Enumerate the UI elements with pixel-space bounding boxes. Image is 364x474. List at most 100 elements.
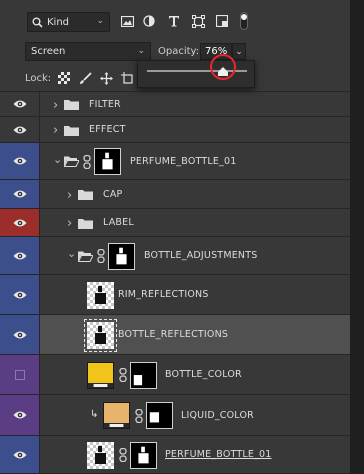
layers-panel-body: Kind ⌄ Screen ⌄ Opacity: 76% ⌄ Lock: › F… [0,0,350,474]
layer-name[interactable]: BOTTLE_ADJUSTMENTS [144,250,257,261]
layer-visibility-toggle[interactable] [0,275,40,314]
layer-visibility-toggle[interactable] [0,209,40,236]
layer-visibility-toggle[interactable] [0,355,40,394]
shape-filter-icon[interactable] [190,13,206,29]
layer-name[interactable]: FILTER [89,99,121,110]
chain-link-icon[interactable] [119,447,127,463]
layers-scrollbar[interactable] [350,0,364,474]
smart-object-filter-icon[interactable] [214,13,230,29]
layer-thumbnail[interactable] [87,281,114,309]
layer-filter-bar: Kind ⌄ [0,0,350,40]
layer-row[interactable]: RIM_REFLECTIONS [0,275,350,315]
layer-name[interactable]: CAP [103,189,122,200]
folder-open-icon [63,156,80,167]
layer-thumbnail[interactable] [87,441,114,469]
folder-icon [64,125,79,136]
blend-mode-value: Screen [31,46,66,57]
clipping-mask-arrow-icon: ↳ [90,408,99,420]
fill-layer-thumbnail[interactable] [103,402,130,429]
layer-row[interactable]: ⌄ BOTTLE_ADJUSTMENTS [0,237,350,275]
layer-name[interactable]: BOTTLE_COLOR [165,369,242,380]
layer-row[interactable]: ↳ LIQUID_COLOR [0,395,350,436]
layer-name[interactable]: LIQUID_COLOR [181,410,254,421]
blend-mode-dropdown[interactable]: Screen ⌄ [25,42,151,61]
layer-row[interactable]: ⌄ PERFUME_BOTTLE_01 [0,143,350,180]
chain-link-icon[interactable] [119,367,127,383]
image-filter-icon[interactable] [119,13,135,29]
opacity-thumb-highlight-ring [210,54,236,80]
layer-mask-thumbnail[interactable] [146,402,173,429]
chevron-right-icon[interactable]: › [67,216,72,231]
layer-mask-thumbnail[interactable] [130,441,157,469]
folder-icon [78,218,93,229]
chevron-down-icon[interactable]: ⌄ [67,247,76,260]
lock-position-move-icon[interactable] [99,71,113,85]
eye-icon [13,411,26,419]
selected-thumbnail-frame [84,318,117,352]
lock-transparent-pixels-icon[interactable] [57,71,71,85]
layer-visibility-toggle[interactable] [0,180,40,208]
eye-icon [13,100,26,108]
lock-label: Lock: [25,73,52,84]
adjustment-filter-icon[interactable] [141,13,157,29]
layer-mask-thumbnail[interactable] [130,361,157,389]
eye-icon [13,157,26,165]
eye-icon [13,331,26,338]
eye-icon [13,219,26,226]
layer-row[interactable]: › EFFECT [0,117,350,143]
chevron-right-icon[interactable]: › [67,188,72,203]
layer-row[interactable]: › LABEL [0,209,350,237]
opacity-dropdown-button[interactable]: ⌄ [232,43,246,60]
folder-icon [64,99,79,110]
layer-row[interactable]: › FILTER [0,92,350,117]
visibility-off-box-icon [14,369,25,380]
layers-list: › FILTER › EFFECT ⌄ PERFUME_BOTTLE_01 › CAP › LAB… [0,92,350,474]
layer-name[interactable]: PERFUME_BOTTLE_01 [130,156,237,167]
layer-name[interactable]: EFFECT [89,124,126,135]
eye-icon [13,252,26,259]
eye-icon [13,451,26,458]
chevron-right-icon[interactable]: › [53,98,58,113]
eye-icon [13,291,26,298]
layer-mask-thumbnail[interactable] [94,148,121,175]
eye-icon [13,126,26,133]
chevron-right-icon[interactable]: › [53,123,58,138]
layer-visibility-toggle[interactable] [0,143,40,179]
filter-kind-label: Kind [47,16,70,28]
layer-name[interactable]: BOTTLE_REFLECTIONS [118,329,228,340]
chain-link-icon[interactable] [135,408,143,423]
layer-visibility-toggle[interactable] [0,315,40,354]
layer-row[interactable]: BOTTLE_REFLECTIONS [0,315,350,355]
layer-name[interactable]: PERFUME_BOTTLE_01 [165,449,272,460]
filter-kind-dropdown[interactable]: Kind ⌄ [27,12,110,32]
folder-open-icon [77,251,94,262]
layers-panel: Kind ⌄ Screen ⌄ Opacity: 76% ⌄ Lock: › F… [0,0,364,474]
fill-layer-thumbnail[interactable] [87,361,114,389]
folder-icon [78,189,93,200]
layer-visibility-toggle[interactable] [0,117,40,142]
layer-visibility-toggle[interactable] [0,436,40,473]
layer-row[interactable]: BOTTLE_COLOR [0,355,350,395]
type-filter-icon[interactable] [166,13,182,29]
layer-visibility-toggle[interactable] [0,395,40,435]
search-icon [32,17,43,28]
lock-image-pixels-brush-icon[interactable] [78,71,92,85]
layer-name[interactable]: RIM_REFLECTIONS [118,289,209,300]
layer-name[interactable]: LABEL [103,217,134,228]
chain-link-icon[interactable] [97,248,105,264]
layer-visibility-toggle[interactable] [0,237,40,274]
eye-icon [13,190,26,198]
layer-mask-thumbnail[interactable] [108,242,135,270]
opacity-label: Opacity: [158,46,200,57]
chevron-down-icon: ⌄ [96,16,104,26]
chain-link-icon[interactable] [83,154,91,169]
filter-toggle[interactable] [240,12,248,30]
chevron-down-icon: ⌄ [235,46,243,57]
layer-row[interactable]: › CAP [0,180,350,209]
chevron-down-icon: ⌄ [137,46,145,56]
opacity-slider-popup [137,54,255,88]
chevron-down-icon[interactable]: ⌄ [53,153,62,166]
lock-artboard-icon[interactable] [120,71,134,85]
layer-row[interactable]: PERFUME_BOTTLE_01 [0,436,350,474]
layer-visibility-toggle[interactable] [0,92,40,116]
